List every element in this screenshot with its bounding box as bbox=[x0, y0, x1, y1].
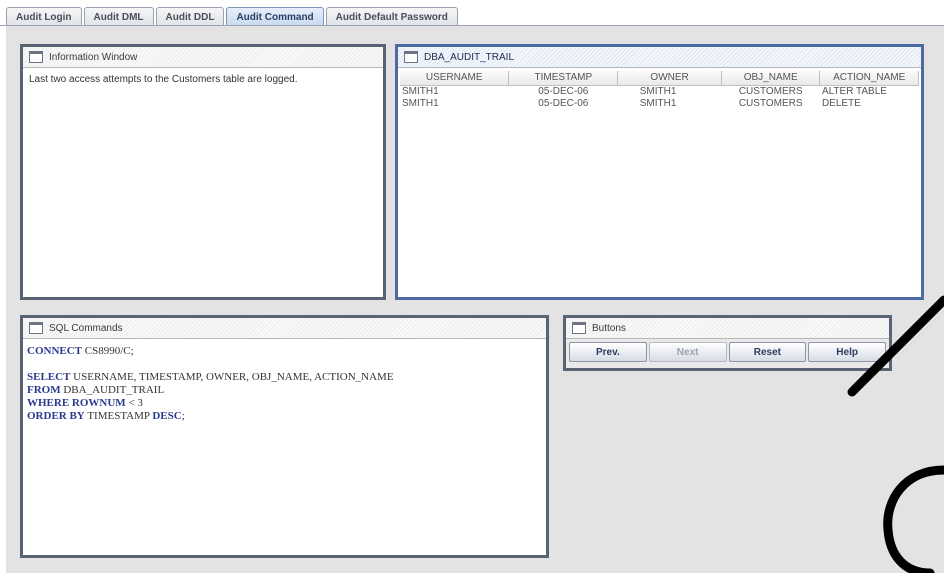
sql-keyword: SELECT bbox=[27, 371, 71, 383]
audit-trail-title: DBA_AUDIT_TRAIL bbox=[424, 51, 515, 63]
information-window: Information Window Last two access attem… bbox=[20, 44, 386, 300]
sql-keyword: DESC bbox=[152, 410, 182, 422]
table-header-row: USERNAME TIMESTAMP OWNER OBJ_NAME ACTION… bbox=[400, 71, 919, 86]
buttons-titlebar[interactable]: Buttons bbox=[566, 318, 889, 339]
sql-line-connect: CONNECT CS8990/C; bbox=[27, 345, 542, 358]
sql-commands-titlebar[interactable]: SQL Commands bbox=[23, 318, 546, 339]
sql-text: DBA_AUDIT_TRAIL bbox=[60, 384, 165, 396]
sql-text: ; bbox=[181, 410, 185, 422]
information-window-title: Information Window bbox=[49, 51, 138, 63]
tab-audit-default-password[interactable]: Audit Default Password bbox=[325, 7, 458, 26]
window-icon bbox=[572, 322, 586, 334]
tab-audit-command[interactable]: Audit Command bbox=[226, 7, 324, 26]
sql-line-order: ORDER BY TIMESTAMP DESC; bbox=[27, 410, 542, 423]
prev-button[interactable]: Prev. bbox=[569, 342, 647, 362]
sql-text: TIMESTAMP bbox=[84, 410, 153, 422]
cell-username: SMITH1 bbox=[402, 97, 439, 109]
reset-button[interactable]: Reset bbox=[728, 342, 807, 362]
sql-line-select: SELECT USERNAME, TIMESTAMP, OWNER, OBJ_N… bbox=[27, 371, 542, 384]
table-row[interactable]: SMITH1 05-DEC-06 SMITH1 CUSTOMERS ALTER … bbox=[400, 85, 919, 97]
cell-timestamp: 05-DEC-06 bbox=[538, 85, 589, 97]
sql-editor[interactable]: CONNECT CS8990/C; SELECT USERNAME, TIMES… bbox=[23, 339, 546, 429]
sql-commands-window: SQL Commands CONNECT CS8990/C; SELECT US… bbox=[20, 315, 549, 558]
sql-commands-title: SQL Commands bbox=[49, 322, 123, 334]
sql-text: USERNAME, TIMESTAMP, OWNER, OBJ_NAME, AC… bbox=[70, 371, 394, 383]
table-row[interactable]: SMITH1 05-DEC-06 SMITH1 CUSTOMERS DELETE bbox=[400, 97, 919, 109]
column-header-obj-name[interactable]: OBJ_NAME bbox=[721, 71, 821, 86]
main-area: Information Window Last two access attem… bbox=[6, 26, 944, 573]
column-header-action-name[interactable]: ACTION_NAME bbox=[819, 71, 919, 86]
information-text: Last two access attempts to the Customer… bbox=[29, 74, 298, 85]
tab-bar: Audit Login Audit DML Audit DDL Audit Co… bbox=[0, 0, 944, 26]
audit-trail-titlebar[interactable]: DBA_AUDIT_TRAIL bbox=[398, 47, 921, 68]
button-row: Prev. Next Reset Help bbox=[566, 339, 889, 365]
column-header-timestamp[interactable]: TIMESTAMP bbox=[508, 71, 619, 86]
next-button[interactable]: Next bbox=[648, 342, 727, 362]
column-header-owner[interactable]: OWNER bbox=[617, 71, 722, 86]
cell-action-name: DELETE bbox=[821, 97, 861, 109]
cell-obj-name: CUSTOMERS bbox=[738, 85, 803, 97]
audit-trail-table: USERNAME TIMESTAMP OWNER OBJ_NAME ACTION… bbox=[400, 71, 919, 109]
help-button[interactable]: Help bbox=[808, 342, 886, 362]
sql-line-where: WHERE ROWNUM < 3 bbox=[27, 397, 542, 410]
cell-obj-name: CUSTOMERS bbox=[738, 97, 803, 109]
sql-text: CS8990/C; bbox=[82, 345, 134, 357]
sql-keyword: WHERE ROWNUM bbox=[27, 397, 126, 409]
sql-keyword: FROM bbox=[27, 384, 61, 396]
tab-audit-login[interactable]: Audit Login bbox=[6, 7, 82, 26]
sql-text: < 3 bbox=[125, 397, 143, 409]
cell-timestamp: 05-DEC-06 bbox=[538, 97, 589, 109]
window-icon bbox=[29, 51, 43, 63]
sql-keyword: CONNECT bbox=[27, 345, 83, 357]
tab-row: Audit Login Audit DML Audit DDL Audit Co… bbox=[6, 7, 458, 26]
cell-action-name: ALTER TABLE bbox=[821, 85, 887, 97]
tab-audit-dml[interactable]: Audit DML bbox=[83, 7, 154, 26]
window-icon bbox=[29, 322, 43, 334]
sql-blank-line bbox=[27, 358, 542, 371]
tab-audit-ddl[interactable]: Audit DDL bbox=[155, 7, 225, 26]
sql-keyword: ORDER BY bbox=[27, 410, 85, 422]
audit-trail-table-wrap: USERNAME TIMESTAMP OWNER OBJ_NAME ACTION… bbox=[398, 68, 921, 109]
buttons-window: Buttons Prev. Next Reset Help bbox=[563, 315, 892, 371]
window-icon bbox=[404, 51, 418, 63]
cell-owner: SMITH1 bbox=[639, 97, 677, 109]
cell-username: SMITH1 bbox=[402, 85, 439, 97]
column-header-username[interactable]: USERNAME bbox=[400, 71, 510, 86]
information-window-titlebar[interactable]: Information Window bbox=[23, 47, 383, 68]
buttons-title: Buttons bbox=[592, 322, 626, 334]
cell-owner: SMITH1 bbox=[639, 85, 677, 97]
audit-trail-window: DBA_AUDIT_TRAIL USERNAME TIMESTAMP OWNER… bbox=[395, 44, 924, 300]
sql-line-from: FROM DBA_AUDIT_TRAIL bbox=[27, 384, 542, 397]
